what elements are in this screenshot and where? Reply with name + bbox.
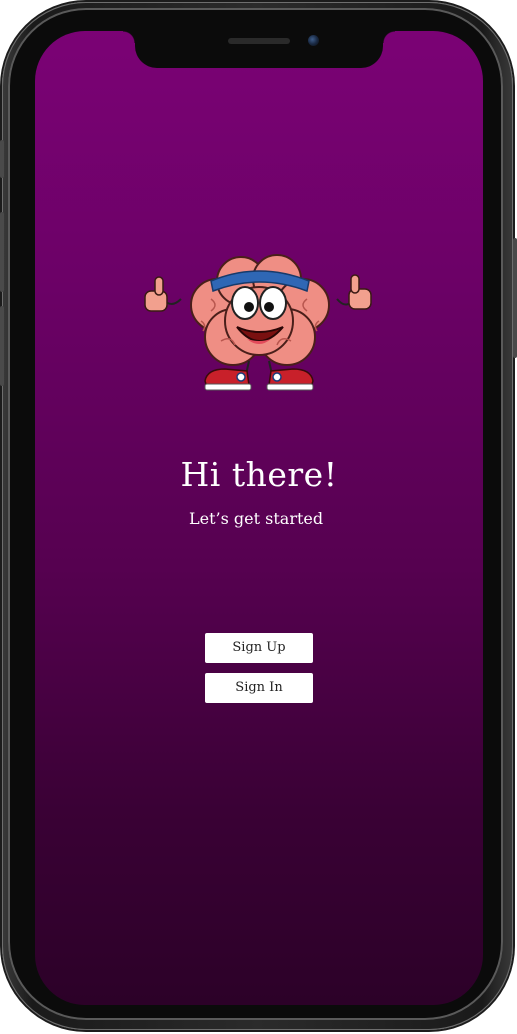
power-button bbox=[513, 238, 517, 358]
notch bbox=[123, 31, 395, 68]
device-frame: Hi there! Let’s get started Sign Up Sign… bbox=[0, 0, 517, 1034]
brain-mascot-icon bbox=[144, 254, 372, 391]
greeting-title: Hi there! bbox=[180, 455, 338, 494]
speaker-grille bbox=[228, 38, 290, 44]
sign-in-button[interactable]: Sign In bbox=[205, 673, 313, 703]
app-screen: Hi there! Let’s get started Sign Up Sign… bbox=[35, 31, 483, 1005]
volume-up-button bbox=[0, 212, 4, 292]
sign-up-button[interactable]: Sign Up bbox=[205, 633, 313, 663]
volume-down-button bbox=[0, 306, 4, 386]
greeting-subtitle: Let’s get started bbox=[189, 509, 324, 528]
mute-switch bbox=[0, 140, 4, 178]
front-camera-icon bbox=[308, 35, 319, 46]
